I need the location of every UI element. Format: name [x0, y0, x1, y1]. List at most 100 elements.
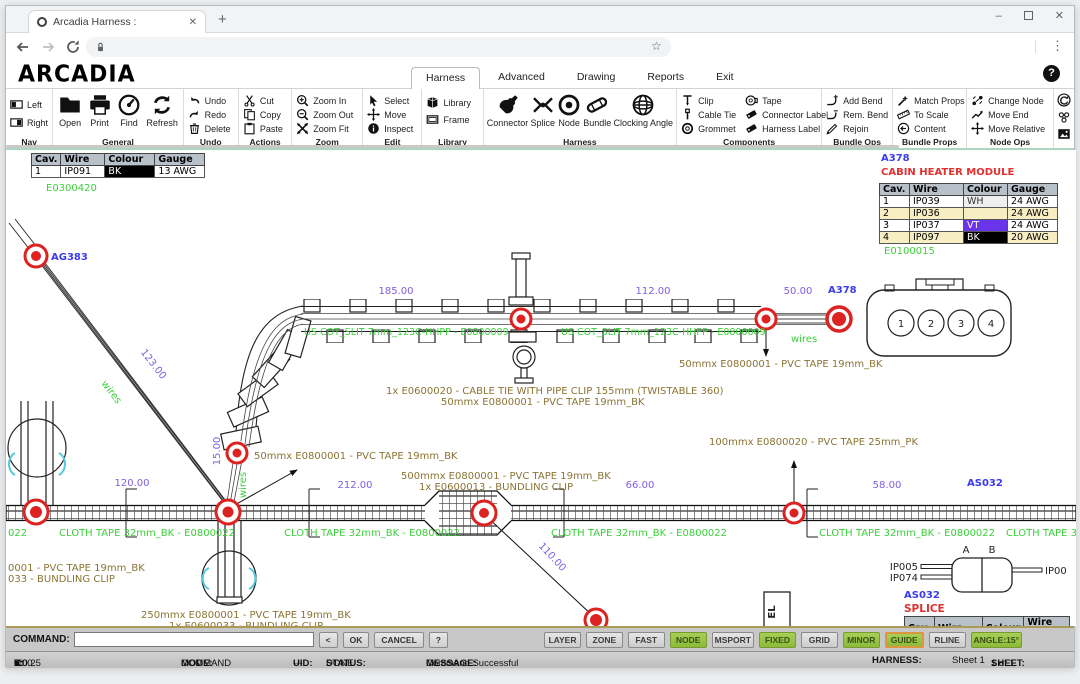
cable-tie-button[interactable]: Cable Tie [681, 108, 735, 121]
print-icon [88, 93, 112, 117]
browser-tab[interactable]: Arcadia Harness : ✕ [28, 10, 206, 33]
command-label: COMMAND: [13, 634, 70, 645]
svg-text:AS032: AS032 [967, 478, 1003, 489]
fwd-arrow-icon[interactable] [40, 39, 56, 55]
tab-reports[interactable]: Reports [633, 67, 698, 89]
find-button[interactable]: Find [117, 93, 141, 128]
toggle-guide[interactable]: GUIDE [885, 632, 924, 648]
zoom-in-button[interactable]: Zoom In [296, 94, 358, 107]
connector-button[interactable]: Connector [487, 93, 529, 128]
redo-button[interactable]: Redo [188, 108, 234, 121]
connlabel-tool-icon [745, 108, 758, 121]
delete-button[interactable]: Delete [188, 122, 234, 135]
command-input[interactable] [74, 632, 314, 647]
connector-label-button[interactable]: Connector Label [745, 108, 817, 121]
add-bend-button[interactable]: Add Bend [826, 94, 888, 107]
address-bar: ☆ ⋮ [6, 33, 1074, 61]
ok-button[interactable]: OK [343, 632, 370, 648]
inspect-button[interactable]: Inspect [367, 122, 417, 135]
paste-button[interactable]: Paste [243, 122, 287, 135]
drawing-canvas[interactable]: 1 2 3 4 EL [6, 150, 1076, 626]
open-button[interactable]: Open [58, 93, 82, 128]
to-scale-button[interactable]: To Scale [897, 108, 962, 121]
clocking-angle-label: Clocking Angle [613, 118, 673, 128]
image-badge-icon[interactable] [1057, 127, 1071, 141]
bookmark-star-icon[interactable]: ☆ [651, 39, 662, 53]
command-help-button[interactable]: ? [429, 632, 448, 648]
corrugated-elbow[interactable] [221, 306, 311, 512]
toggle-zone[interactable]: ZONE [586, 632, 623, 648]
tape-tool-icon [745, 94, 758, 107]
move-end-button[interactable]: Move End [971, 108, 1049, 121]
node-button[interactable]: Node [557, 93, 581, 128]
a378-connector-drawing[interactable] [867, 279, 1011, 356]
toggle-rline[interactable]: RLINE [929, 632, 966, 648]
minimize-button[interactable]: – [996, 10, 1002, 22]
help-button[interactable]: ? [1043, 65, 1060, 82]
new-tab-button[interactable]: + [218, 11, 227, 28]
toggle-node[interactable]: NODE [670, 632, 707, 648]
tape-button[interactable]: Tape [745, 94, 817, 107]
tab-close-icon[interactable]: ✕ [189, 17, 197, 28]
col-gauge: Gauge [1008, 184, 1058, 196]
move-button[interactable]: Move [367, 108, 417, 121]
splice-drawing[interactable] [921, 558, 1042, 592]
col-cav: Cav. [32, 154, 61, 166]
tab-drawing[interactable]: Drawing [563, 67, 630, 89]
change-node-button[interactable]: Change Node [971, 94, 1049, 107]
cut-button[interactable]: Cut [243, 94, 287, 107]
assembly-badge-icon[interactable] [1057, 110, 1071, 124]
zoom-fit-button[interactable]: Zoom Fit [296, 122, 358, 135]
col-wire: Wire [61, 154, 105, 166]
redo-icon [188, 108, 201, 121]
el-marker[interactable]: EL [764, 592, 790, 626]
refresh-button[interactable]: Refresh [146, 93, 178, 128]
match-props-button[interactable]: Match Props [897, 94, 962, 107]
move-relative-label: Move Relative [988, 124, 1045, 134]
zoom-out-button[interactable]: Zoom Out [296, 108, 358, 121]
add-bend-label: Add Bend [843, 96, 883, 106]
bundle-button[interactable]: Bundle [583, 93, 611, 128]
select-button[interactable]: Select [367, 94, 417, 107]
window-close-button[interactable]: ✕ [1055, 9, 1064, 22]
rotate-badge-icon[interactable] [1057, 93, 1071, 107]
library-button[interactable]: Library [426, 96, 478, 109]
nav-left-button[interactable]: Left [10, 98, 48, 111]
history-button[interactable]: < [319, 632, 338, 648]
clip-button[interactable]: Clip [681, 94, 735, 107]
clocking-angle-button[interactable]: Clocking Angle [613, 93, 673, 128]
left-grommet[interactable] [8, 401, 66, 506]
back-arrow-icon[interactable] [15, 39, 31, 55]
toggle-layer[interactable]: LAYER [544, 632, 581, 648]
undo-button[interactable]: Undo [188, 94, 234, 107]
rejoin-button[interactable]: Rejoin [826, 122, 888, 135]
maximize-button[interactable] [1024, 11, 1033, 20]
cancel-button[interactable]: CANCEL [374, 632, 423, 648]
reload-icon[interactable] [65, 39, 81, 55]
toggle-minor[interactable]: MINOR [843, 632, 880, 648]
harness-label-button[interactable]: Harness Label [745, 122, 817, 135]
copy-button[interactable]: Copy [243, 108, 287, 121]
nav-right-button[interactable]: Right [10, 116, 48, 129]
tab-advanced[interactable]: Advanced [484, 67, 559, 89]
toggle-msport[interactable]: MSPORT [712, 632, 754, 648]
tab-harness[interactable]: Harness [411, 67, 480, 90]
rem-bend-button[interactable]: Rem. Bend [826, 108, 888, 121]
toggle-grid[interactable]: GRID [801, 632, 838, 648]
frame-button[interactable]: Frame [426, 113, 478, 126]
content-button[interactable]: Content [897, 122, 962, 135]
node-bulge [472, 501, 496, 525]
move-relative-button[interactable]: Move Relative [971, 122, 1049, 135]
content-label: Content [914, 124, 946, 134]
toggle-fixed[interactable]: FIXED [759, 632, 796, 648]
toggle-fast[interactable]: FAST [628, 632, 665, 648]
splice-button[interactable]: Splice [530, 93, 555, 128]
browser-menu-icon[interactable]: ⋮ [1051, 38, 1064, 54]
url-field[interactable] [86, 37, 671, 57]
tab-exit[interactable]: Exit [702, 67, 748, 89]
toggle-angle[interactable]: ANGLE:15° [971, 632, 1022, 648]
svg-text:50mmx E0800001 - PVC TAPE 19mm: 50mmx E0800001 - PVC TAPE 19mm_BK [254, 451, 458, 462]
print-button[interactable]: Print [88, 93, 112, 128]
main-bundle[interactable] [6, 506, 1076, 521]
grommet-button[interactable]: Grommet [681, 122, 735, 135]
